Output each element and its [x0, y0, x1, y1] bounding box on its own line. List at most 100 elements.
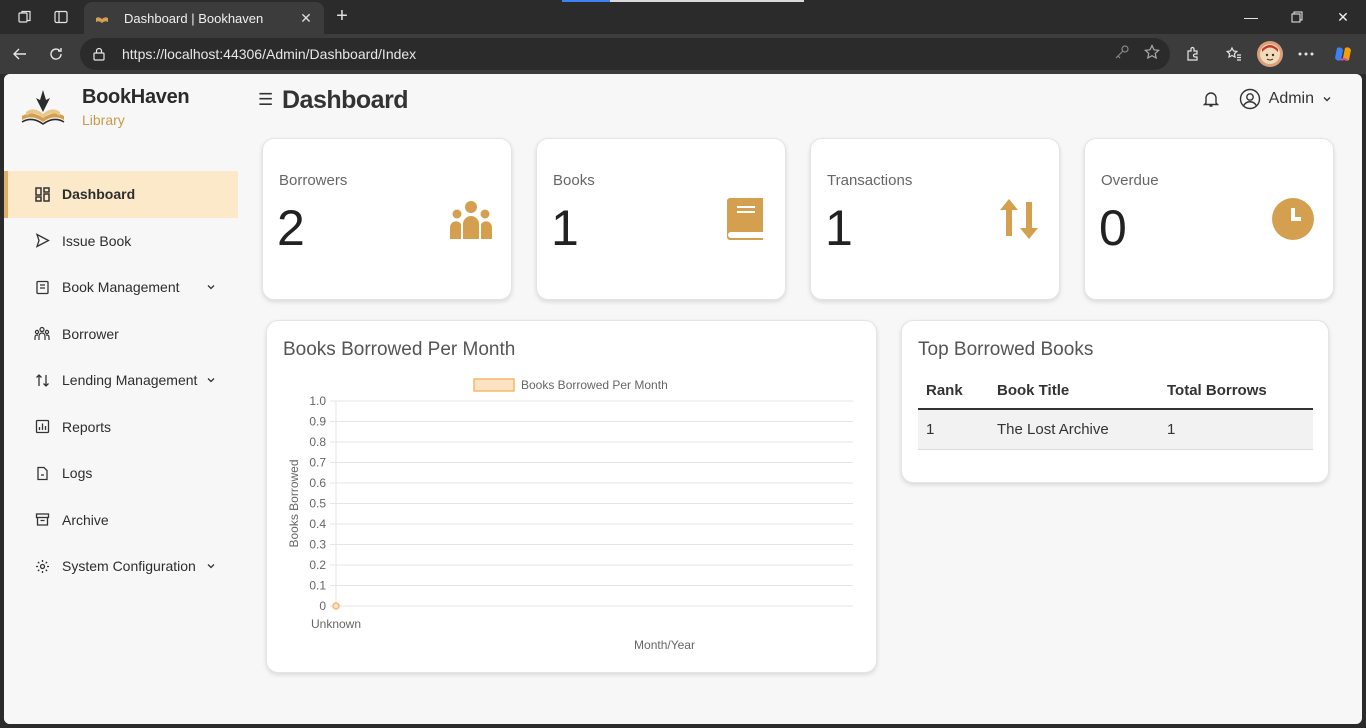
column-header-rank: Rank: [918, 373, 989, 410]
archive-icon: [34, 512, 50, 528]
close-tab-icon[interactable]: ✕: [298, 10, 314, 27]
extensions-icon[interactable]: [1181, 42, 1205, 66]
tab-actions-icon[interactable]: [44, 0, 78, 34]
brand-subtitle: Library: [82, 112, 125, 128]
new-tab-icon[interactable]: +: [330, 4, 354, 28]
y-tick-label: 0.6: [309, 476, 326, 490]
restore-icon[interactable]: [1274, 0, 1320, 34]
bookhaven-logo-icon: [21, 90, 65, 125]
stat-card-borrowers: Borrowers 2: [262, 138, 512, 300]
loading-progress-bar: [562, 0, 804, 2]
y-tick-label: 0.3: [309, 538, 326, 552]
y-axis-label: Books Borrowed: [287, 459, 301, 547]
chart-card-title: Books Borrowed Per Month: [283, 339, 516, 360]
user-menu[interactable]: Admin: [1239, 88, 1332, 110]
table-cell-total-borrows: 1: [1159, 409, 1313, 450]
top-borrowed-books-card: Top Borrowed Books Rank Book Title Total…: [901, 320, 1329, 483]
file-icon: [34, 465, 50, 481]
url-text: https://localhost:44306/Admin/Dashboard/…: [122, 46, 417, 62]
address-bar[interactable]: https://localhost:44306/Admin/Dashboard/…: [80, 38, 1170, 70]
user-avatar-icon: [1239, 88, 1260, 110]
swap-icon: [34, 372, 50, 388]
favorite-star-icon[interactable]: [1144, 44, 1160, 63]
table-row: 1 The Lost Archive 1: [918, 409, 1313, 450]
site-info-icon[interactable]: [92, 47, 110, 61]
y-tick-label: 0.1: [309, 579, 326, 593]
arrows-up-down-icon: [1000, 199, 1038, 239]
sidebar-item-label: System Configuration: [62, 558, 196, 575]
user-name: Admin: [1268, 90, 1314, 107]
sidebar-item-dashboard[interactable]: Dashboard: [4, 171, 238, 218]
browser-toolbar: https://localhost:44306/Admin/Dashboard/…: [0, 34, 1366, 74]
copilot-icon[interactable]: [1331, 42, 1355, 66]
back-icon[interactable]: [4, 38, 36, 70]
y-tick-label: 0.9: [309, 415, 326, 429]
dashboard-icon: [34, 186, 50, 202]
more-options-icon[interactable]: [1294, 42, 1318, 66]
bookhaven-favicon-icon: [94, 10, 110, 26]
stat-card-overdue: Overdue 0: [1084, 138, 1334, 300]
sidebar-item-lending-management[interactable]: Lending Management: [4, 357, 238, 404]
y-tick-label: 0.2: [309, 558, 326, 572]
stat-label: Transactions: [827, 172, 913, 189]
favorites-icon[interactable]: [1222, 42, 1246, 66]
sidebar-menu: Dashboard Issue Book Book Management Bor…: [4, 171, 238, 590]
sidebar-item-label: Borrower: [62, 325, 119, 342]
sidebar-item-logs[interactable]: Logs: [4, 450, 238, 497]
sidebar: BookHaven Library Dashboard Issue Book B…: [4, 74, 238, 724]
chevron-down-icon[interactable]: [206, 282, 216, 292]
x-tick-label: Unknown: [311, 617, 361, 631]
top-bar: ☰ Dashboard Admin: [258, 86, 1340, 116]
y-tick-label: 0.5: [309, 497, 326, 511]
sidebar-item-book-management[interactable]: Book Management: [4, 264, 238, 311]
bar-chart-icon: [34, 419, 50, 435]
close-window-icon[interactable]: ✕: [1320, 0, 1366, 34]
sidebar-item-archive[interactable]: Archive: [4, 497, 238, 544]
hamburger-menu-icon[interactable]: ☰: [258, 90, 273, 110]
legend-label: Books Borrowed Per Month: [521, 378, 668, 392]
sidebar-item-label: Archive: [62, 511, 109, 528]
refresh-icon[interactable]: [40, 38, 72, 70]
brand[interactable]: BookHaven Library: [18, 86, 190, 130]
sidebar-item-label: Logs: [62, 465, 93, 482]
legend-swatch: [473, 378, 515, 392]
browser-tab-bar: Dashboard | Bookhaven ✕ + — ✕: [0, 0, 1366, 34]
chevron-down-icon[interactable]: [206, 561, 216, 571]
sidebar-item-label: Dashboard: [62, 186, 136, 203]
chevron-down-icon[interactable]: [206, 375, 216, 385]
sidebar-item-label: Lending Management: [62, 372, 198, 389]
stat-value: 0: [1099, 200, 1127, 256]
sidebar-item-reports[interactable]: Reports: [4, 404, 238, 451]
sidebar-item-system-configuration[interactable]: System Configuration: [4, 543, 238, 590]
workspaces-icon[interactable]: [8, 0, 42, 34]
x-axis-label: Month/Year: [634, 638, 695, 652]
top-books-title: Top Borrowed Books: [918, 339, 1094, 360]
notification-bell-icon[interactable]: [1202, 90, 1222, 110]
people-icon: [450, 201, 492, 239]
y-tick-label: 0: [319, 599, 326, 613]
stat-value: 1: [551, 200, 579, 256]
chart-card: Books Borrowed Per Month Books Borrowed …: [266, 320, 877, 673]
column-header-total-borrows: Total Borrows: [1159, 373, 1313, 410]
stat-value: 2: [277, 200, 305, 256]
browser-tab-active[interactable]: Dashboard | Bookhaven ✕: [84, 2, 324, 34]
gear-icon: [34, 558, 50, 574]
y-tick-label: 0.8: [309, 435, 326, 449]
books-borrowed-chart: Books Borrowed Per Month 1.0 0.9 0.8 0.7 0.6 0…: [287, 378, 853, 652]
stat-card-transactions: Transactions 1: [810, 138, 1060, 300]
stat-label: Overdue: [1101, 172, 1159, 189]
column-header-book-title: Book Title: [989, 373, 1159, 410]
profile-avatar[interactable]: [1257, 41, 1283, 67]
key-icon[interactable]: [1114, 44, 1130, 63]
tab-title: Dashboard | Bookhaven: [124, 10, 264, 26]
data-point: [332, 602, 340, 610]
y-tick-label: 0.4: [309, 517, 326, 531]
clock-icon: [1272, 198, 1314, 240]
minimize-icon[interactable]: —: [1228, 0, 1274, 34]
y-tick-label: 0.7: [309, 456, 326, 470]
stat-label: Borrowers: [279, 172, 348, 189]
table-cell-rank: 1: [918, 409, 989, 450]
sidebar-item-borrower[interactable]: Borrower: [4, 311, 238, 358]
sidebar-item-issue-book[interactable]: Issue Book: [4, 218, 238, 265]
stat-card-books: Books 1: [536, 138, 786, 300]
